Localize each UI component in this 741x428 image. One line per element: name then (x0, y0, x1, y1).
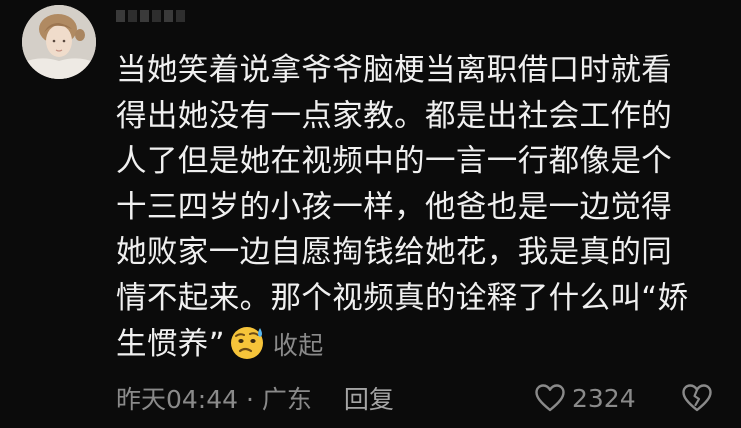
comment-text: 当她笑着说拿爷爷脑梗当离职借口时就看 得出她没有一点家教。都是出社会工作的 人了但是… (116, 48, 706, 368)
heart-outline-icon (535, 384, 565, 412)
reply-button[interactable]: 回复 (344, 380, 394, 416)
comment-line: 人了但是她在视频中的一言一行都像是个 (116, 144, 673, 180)
comment-line: 她败家一边自愿掏钱给她花，我是真的同 (116, 235, 673, 271)
avatar[interactable] (22, 5, 96, 79)
comment-line: 得出她没有一点家教。都是出社会工作的 (116, 98, 673, 134)
like-count: 2324 (572, 383, 636, 413)
avatar-image (22, 5, 96, 79)
comment-line: 生惯养” (116, 326, 225, 362)
comment-line: 当她笑着说拿爷爷脑梗当离职借口时就看 (116, 53, 673, 88)
dislike-button[interactable] (681, 378, 713, 418)
like-button[interactable]: 2324 (534, 378, 636, 418)
username-redacted[interactable] (116, 10, 185, 22)
sweat-emoji-icon (227, 322, 267, 362)
comment-line: 十三四岁的小孩一样，他爸也是一边觉得 (116, 189, 673, 225)
comment-meta: 昨天04:44 · 广东 回复 2324 (116, 378, 716, 418)
broken-heart-icon (682, 384, 712, 412)
timestamp-location: 昨天04:44 · 广东 (116, 385, 312, 414)
collapse-button[interactable]: 收起 (273, 331, 324, 360)
comment-line: 情不起来。那个视频真的诠释了什么叫“娇 (116, 280, 689, 316)
